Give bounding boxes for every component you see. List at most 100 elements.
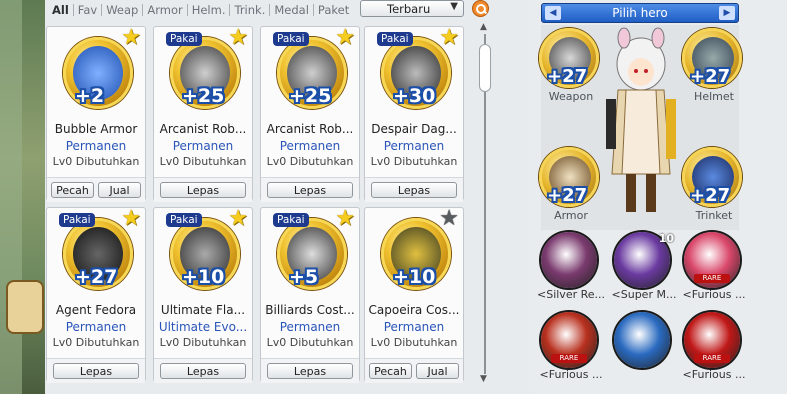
item-actions: Lepas xyxy=(261,177,359,202)
item-requirement: Lv0 Dibutuhkan xyxy=(370,155,458,168)
break-button[interactable]: Pecah xyxy=(51,182,94,198)
equip-slot-armor[interactable]: +27 Armor xyxy=(537,147,605,222)
slot-label: Weapon xyxy=(548,90,594,103)
upgrade-level: +5 xyxy=(289,266,319,288)
item-card[interactable]: ★ +10 Capoeira Cos... Permanen Lv0 Dibutuhka… xyxy=(364,207,464,383)
accessory-label: <Super M... xyxy=(611,288,677,301)
sell-button[interactable]: Jual xyxy=(416,363,459,379)
item-icon-wrap[interactable]: ★ Pakai +27 xyxy=(57,208,141,294)
scroll-down-icon[interactable]: ▼ xyxy=(480,374,487,384)
accessory-label: <Furious ... xyxy=(682,288,746,301)
item-duration: Permanen xyxy=(279,139,341,153)
item-card[interactable]: ★ Pakai +25 Arcanist Rob... Permanen Lv0 Dibu… xyxy=(260,26,360,202)
unequip-button[interactable]: Lepas xyxy=(267,363,353,379)
item-icon-wrap[interactable]: ★ Pakai +30 xyxy=(375,27,459,113)
accessory-label: <Silver Re... xyxy=(537,288,605,301)
favorite-star-icon[interactable]: ★ xyxy=(121,27,141,49)
favorite-star-icon[interactable]: ★ xyxy=(439,27,459,49)
favorite-star-icon[interactable]: ★ xyxy=(335,27,355,49)
accessory-item[interactable]: 10 <Super M... xyxy=(610,230,678,310)
accessory-item[interactable] xyxy=(610,310,678,390)
item-icon-wrap[interactable]: ★ Pakai +5 xyxy=(271,208,355,294)
item-actions: Lepas xyxy=(154,177,252,202)
next-hero-icon[interactable]: ▶ xyxy=(719,6,735,20)
item-card[interactable]: ★ Pakai +30 Despair Dag... Permanen Lv0 Dibut… xyxy=(364,26,464,202)
tab-all[interactable]: All xyxy=(48,4,74,16)
sort-dropdown[interactable]: Terbaru ▼ xyxy=(360,0,464,17)
item-icon-wrap[interactable]: ★ +10 xyxy=(375,208,459,294)
item-name: Bubble Armor xyxy=(54,122,138,136)
search-icon[interactable] xyxy=(472,0,489,17)
item-name: Billiards Cost... xyxy=(265,303,355,317)
item-requirement: Lv0 Dibutuhkan xyxy=(266,336,354,349)
item-duration: Permanen xyxy=(172,139,234,153)
scroll-up-icon[interactable]: ▲ xyxy=(480,22,487,32)
item-name: Agent Fedora xyxy=(55,303,137,317)
unequip-button[interactable]: Lepas xyxy=(267,182,353,198)
item-card[interactable]: ★ Pakai +10 Ultimate Fla... Ultimate Evo... L… xyxy=(153,207,253,383)
unequip-button[interactable]: Lepas xyxy=(160,182,246,198)
upgrade-level: +25 xyxy=(182,85,225,107)
accessory-label: <Furious ... xyxy=(539,368,603,381)
item-requirement: Lv0 Dibutuhkan xyxy=(159,336,247,349)
scrollbar[interactable]: ▲ ▼ xyxy=(478,22,492,386)
accessory-item[interactable]: RARE <Furious ... xyxy=(680,310,748,390)
unequip-button[interactable]: Lepas xyxy=(53,363,139,379)
item-card[interactable]: ★ Pakai +5 Billiards Cost... Permanen Lv0 Dib… xyxy=(260,207,360,383)
accessory-item[interactable]: <Silver Re... xyxy=(537,230,605,310)
item-card[interactable]: ★ Pakai +27 Agent Fedora Permanen Lv0 Dibutuh… xyxy=(46,207,146,383)
slot-upgrade-level: +27 xyxy=(690,66,731,87)
sell-button[interactable]: Jual xyxy=(98,182,141,198)
favorite-star-icon[interactable]: ★ xyxy=(335,208,355,230)
equipped-badge: Pakai xyxy=(166,32,202,46)
item-requirement: Lv0 Dibutuhkan xyxy=(370,336,458,349)
break-button[interactable]: Pecah xyxy=(369,363,412,379)
item-requirement: Lv0 Dibutuhkan xyxy=(159,155,247,168)
rare-badge: RARE xyxy=(694,354,730,363)
item-actions: Pecah Jual xyxy=(47,177,145,202)
hero-selector[interactable]: ◀ Pilih hero ▶ xyxy=(541,3,739,23)
tab-helm[interactable]: Helm. xyxy=(188,4,231,16)
tab-trink[interactable]: Trink. xyxy=(230,4,271,16)
upgrade-level: +10 xyxy=(393,266,436,288)
bag-icon xyxy=(6,280,44,334)
item-icon-wrap[interactable]: ★ Pakai +25 xyxy=(164,27,248,113)
sort-value: Terbaru xyxy=(387,2,431,16)
item-card[interactable]: ★ Pakai +25 Arcanist Rob... Permanen Lv0 Dibu… xyxy=(153,26,253,202)
favorite-star-icon[interactable]: ★ xyxy=(228,27,248,49)
item-name: Ultimate Fla... xyxy=(160,303,246,317)
tab-medal[interactable]: Medal xyxy=(270,4,314,16)
equip-slot-trinket[interactable]: +27 Trinket xyxy=(680,147,748,222)
item-name: Capoeira Cos... xyxy=(368,303,460,317)
item-actions: Pecah Jual xyxy=(365,358,463,383)
tab-paket[interactable]: Paket xyxy=(314,4,353,16)
equip-slot-helmet[interactable]: +27 Helmet xyxy=(680,28,748,103)
item-duration: Permanen xyxy=(279,320,341,334)
accessory-item[interactable]: RARE <Furious ... xyxy=(680,230,748,310)
equipped-badge: Pakai xyxy=(166,213,202,227)
tab-fav[interactable]: Fav xyxy=(74,4,103,16)
scroll-thumb[interactable] xyxy=(479,44,491,92)
item-name: Arcanist Rob... xyxy=(159,122,247,136)
item-actions: Lepas xyxy=(47,358,145,383)
category-tabs: All Fav Weap Armor Helm. Trink. Medal Pa… xyxy=(48,0,353,20)
background-strip xyxy=(0,0,22,394)
item-icon-wrap[interactable]: ★ Pakai +25 xyxy=(271,27,355,113)
item-requirement: Lv0 Dibutuhkan xyxy=(52,336,140,349)
favorite-star-icon[interactable]: ★ xyxy=(439,208,459,230)
item-card[interactable]: ★ +2 Bubble Armor Permanen Lv0 Dibutuhkan Pec… xyxy=(46,26,146,202)
unequip-button[interactable]: Lepas xyxy=(160,363,246,379)
item-duration: Permanen xyxy=(65,139,127,153)
item-icon-wrap[interactable]: ★ Pakai +10 xyxy=(164,208,248,294)
item-icon-wrap[interactable]: ★ +2 xyxy=(57,27,141,113)
accessory-item[interactable]: RARE <Furious ... xyxy=(537,310,605,390)
favorite-star-icon[interactable]: ★ xyxy=(121,208,141,230)
chevron-down-icon: ▼ xyxy=(450,1,458,12)
tab-weap[interactable]: Weap xyxy=(102,4,144,16)
upgrade-level: +25 xyxy=(289,85,332,107)
item-duration: Permanen xyxy=(65,320,127,334)
equip-slot-weapon[interactable]: +27 Weapon xyxy=(537,28,605,103)
tab-armor[interactable]: Armor xyxy=(143,4,188,16)
favorite-star-icon[interactable]: ★ xyxy=(228,208,248,230)
unequip-button[interactable]: Lepas xyxy=(371,182,457,198)
